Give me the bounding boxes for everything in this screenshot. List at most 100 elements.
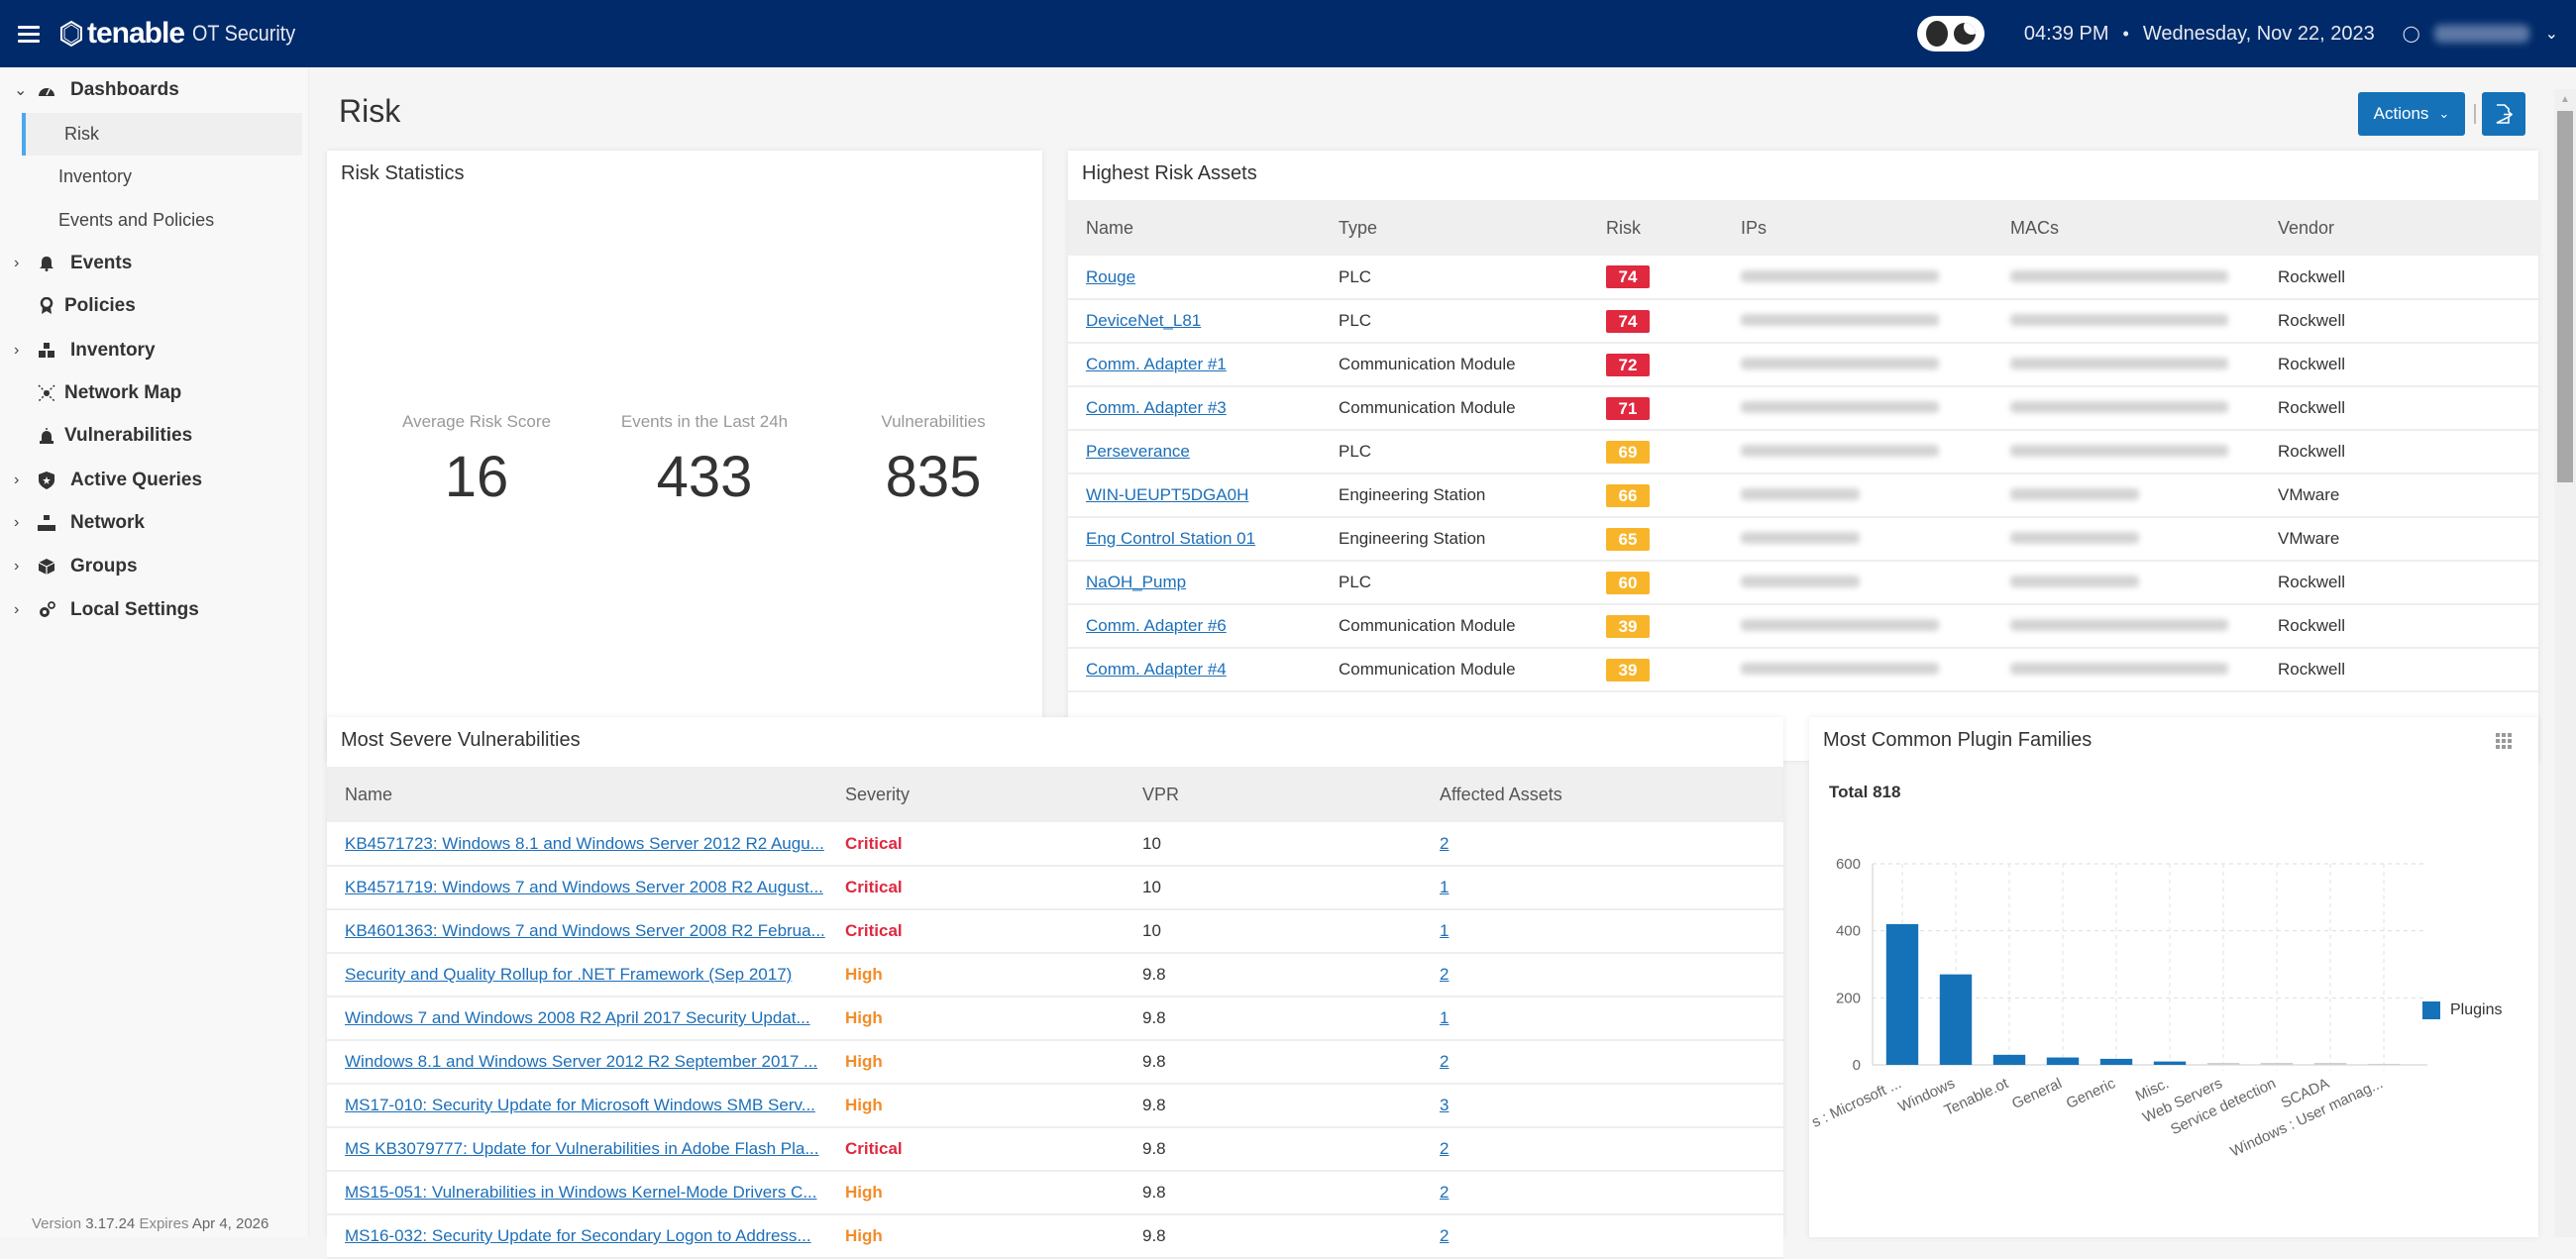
table-row[interactable]: Comm. Adapter #4 Communication Module 39 Ro… — [1068, 648, 2538, 692]
most-severe-vulnerabilities-panel: Most Severe Vulnerabilities Name Severit… — [327, 717, 1783, 1259]
table-row[interactable]: NaOH_Pump PLC 60 Rockwell — [1068, 561, 2538, 605]
stat-vulnerabilities[interactable]: Vulnerabilities 835 — [824, 412, 1042, 510]
sidebar-item-events[interactable]: › Events — [0, 244, 302, 283]
vulnerability-name-link[interactable]: KB4571723: Windows 8.1 and Windows Serve… — [345, 834, 824, 853]
grid-menu-icon[interactable] — [2496, 733, 2514, 751]
table-row[interactable]: Perseverance PLC 69 Rockwell — [1068, 430, 2538, 474]
column-header-macs[interactable]: MACs — [2010, 200, 2278, 256]
sidebar-item-dashboards[interactable]: ⌄ Dashboards — [0, 70, 302, 110]
scrollbar-thumb[interactable] — [2557, 111, 2573, 482]
sidebar-subitem-events-and-policies[interactable]: Events and Policies — [22, 199, 302, 242]
hamburger-menu-icon[interactable] — [18, 25, 40, 43]
table-row[interactable]: Windows 8.1 and Windows Server 2012 R2 S… — [327, 1040, 1783, 1085]
stat-value: 433 — [656, 445, 753, 509]
asset-name-link[interactable]: DeviceNet_L81 — [1086, 311, 1201, 330]
sidebar-item-inventory[interactable]: › Inventory — [0, 331, 302, 370]
asset-name-link[interactable]: Rouge — [1086, 267, 1135, 286]
column-header-type[interactable]: Type — [1339, 200, 1606, 256]
risk-score-badge: 66 — [1606, 483, 1650, 507]
sidebar-subitem-inventory[interactable]: Inventory — [22, 156, 302, 198]
table-row[interactable]: KB4571723: Windows 8.1 and Windows Serve… — [327, 822, 1783, 867]
boxes-icon — [38, 342, 55, 360]
asset-name-link[interactable]: Comm. Adapter #6 — [1086, 616, 1227, 635]
vpr-score: 9.8 — [1142, 997, 1440, 1041]
asset-macs-redacted — [2010, 663, 2228, 675]
vulnerability-name-link[interactable]: MS16-032: Security Update for Secondary … — [345, 1226, 811, 1245]
asset-name-link[interactable]: Comm. Adapter #4 — [1086, 660, 1227, 679]
vulnerability-name-link[interactable]: KB4601363: Windows 7 and Windows Server … — [345, 921, 825, 940]
affected-assets-link[interactable]: 1 — [1440, 1008, 1449, 1027]
table-row[interactable]: Rouge PLC 74 Rockwell — [1068, 256, 2538, 300]
table-row[interactable]: MS15-051: Vulnerabilities in Windows Ker… — [327, 1171, 1783, 1215]
vulnerability-name-link[interactable]: Windows 7 and Windows 2008 R2 April 2017… — [345, 1008, 810, 1027]
sidebar-item-network[interactable]: › Network — [0, 503, 302, 543]
export-button[interactable] — [2482, 92, 2525, 136]
table-row[interactable]: DeviceNet_L81 PLC 74 Rockwell — [1068, 299, 2538, 344]
column-header-vpr[interactable]: VPR — [1142, 767, 1440, 822]
affected-assets-link[interactable]: 2 — [1440, 1183, 1449, 1202]
tenable-logo[interactable]: tenable OT Security — [57, 17, 307, 51]
table-row[interactable]: MS16-032: Security Update for Secondary … — [327, 1214, 1783, 1259]
panel-title: Risk Statistics — [341, 162, 465, 184]
column-header-affected-assets[interactable]: Affected Assets — [1440, 767, 1783, 822]
affected-assets-link[interactable]: 2 — [1440, 1226, 1449, 1245]
column-header-vendor[interactable]: Vendor — [2278, 200, 2538, 256]
risk-statistics-panel: Risk Statistics Average Risk Score 16 Ev… — [327, 151, 1042, 761]
page-scrollbar[interactable]: ▲ — [2554, 89, 2576, 1237]
sidebar-item-policies[interactable]: Policies — [0, 286, 302, 326]
user-name-redacted[interactable] — [2433, 25, 2529, 43]
sidebar-item-vulnerabilities[interactable]: Vulnerabilities — [0, 416, 302, 456]
risk-score-badge: 39 — [1606, 658, 1650, 682]
affected-assets-link[interactable]: 2 — [1440, 834, 1449, 853]
column-header-ips[interactable]: IPs — [1741, 200, 2010, 256]
affected-assets-link[interactable]: 1 — [1440, 878, 1449, 896]
sidebar-item-network-map[interactable]: Network Map — [0, 373, 302, 413]
affected-assets-link[interactable]: 2 — [1440, 1139, 1449, 1158]
asset-name-link[interactable]: WIN-UEUPT5DGA0H — [1086, 485, 1248, 504]
vulnerability-name-link[interactable]: MS KB3079777: Update for Vulnerabilities… — [345, 1139, 819, 1158]
table-row[interactable]: KB4571719: Windows 7 and Windows Server … — [327, 866, 1783, 910]
sidebar-item-local-settings[interactable]: › Local Settings — [0, 590, 302, 630]
affected-assets-link[interactable]: 2 — [1440, 965, 1449, 984]
table-row[interactable]: Eng Control Station 01 Engineering Statio… — [1068, 517, 2538, 562]
asset-name-link[interactable]: Comm. Adapter #3 — [1086, 398, 1227, 417]
table-row[interactable]: Comm. Adapter #1 Communication Module 72 Ro… — [1068, 343, 2538, 387]
asset-name-link[interactable]: NaOH_Pump — [1086, 573, 1186, 591]
user-icon[interactable]: ◯ — [2403, 24, 2420, 44]
current-time: 04:39 PM — [2023, 22, 2109, 45]
stat-events-last-24h[interactable]: Events in the Last 24h 433 — [595, 412, 813, 510]
table-row[interactable]: Comm. Adapter #3 Communication Module 71 Ro… — [1068, 386, 2538, 431]
table-row[interactable]: Security and Quality Rollup for .NET Fra… — [327, 953, 1783, 997]
asset-name-link[interactable]: Eng Control Station 01 — [1086, 529, 1255, 548]
actions-button[interactable]: Actions ⌄ — [2358, 92, 2465, 136]
asset-name-link[interactable]: Perseverance — [1086, 442, 1190, 461]
column-header-name[interactable]: Name — [327, 767, 845, 822]
user-menu-chevron-down-icon[interactable]: ⌄ — [2545, 24, 2558, 44]
affected-assets-link[interactable]: 3 — [1440, 1096, 1449, 1114]
table-row[interactable]: Comm. Adapter #6 Communication Module 39 Ro… — [1068, 604, 2538, 649]
sidebar-subitem-risk[interactable]: Risk — [22, 113, 302, 156]
table-row[interactable]: KB4601363: Windows 7 and Windows Server … — [327, 909, 1783, 954]
table-row[interactable]: Windows 7 and Windows 2008 R2 April 2017… — [327, 997, 1783, 1041]
vulnerability-name-link[interactable]: Windows 8.1 and Windows Server 2012 R2 S… — [345, 1052, 817, 1071]
vulnerability-name-link[interactable]: Security and Quality Rollup for .NET Fra… — [345, 965, 792, 984]
asset-name-link[interactable]: Comm. Adapter #1 — [1086, 355, 1227, 373]
vulnerability-name-link[interactable]: KB4571719: Windows 7 and Windows Server … — [345, 878, 823, 896]
sidebar-item-groups[interactable]: › Groups — [0, 547, 302, 586]
risk-score-badge: 65 — [1606, 527, 1650, 551]
table-row[interactable]: WIN-UEUPT5DGA0H Engineering Station 66 VMwa… — [1068, 473, 2538, 518]
sidebar-item-active-queries[interactable]: › Active Queries — [0, 461, 302, 500]
column-header-severity[interactable]: Severity — [845, 767, 1142, 822]
vulnerability-name-link[interactable]: MS17-010: Security Update for Microsoft … — [345, 1096, 815, 1114]
dark-mode-toggle[interactable] — [1916, 16, 1985, 52]
vulnerability-name-link[interactable]: MS15-051: Vulnerabilities in Windows Ker… — [345, 1183, 817, 1202]
table-row[interactable]: MS17-010: Security Update for Microsoft … — [327, 1084, 1783, 1128]
scroll-up-arrow-icon[interactable]: ▲ — [2554, 89, 2576, 109]
chart-legend[interactable]: Plugins — [2422, 1001, 2502, 1019]
column-header-risk[interactable]: Risk — [1606, 200, 1741, 256]
chevron-right-icon: › — [14, 255, 20, 271]
table-row[interactable]: MS KB3079777: Update for Vulnerabilities… — [327, 1127, 1783, 1172]
column-header-name[interactable]: Name — [1068, 200, 1339, 256]
affected-assets-link[interactable]: 1 — [1440, 921, 1449, 940]
affected-assets-link[interactable]: 2 — [1440, 1052, 1449, 1071]
